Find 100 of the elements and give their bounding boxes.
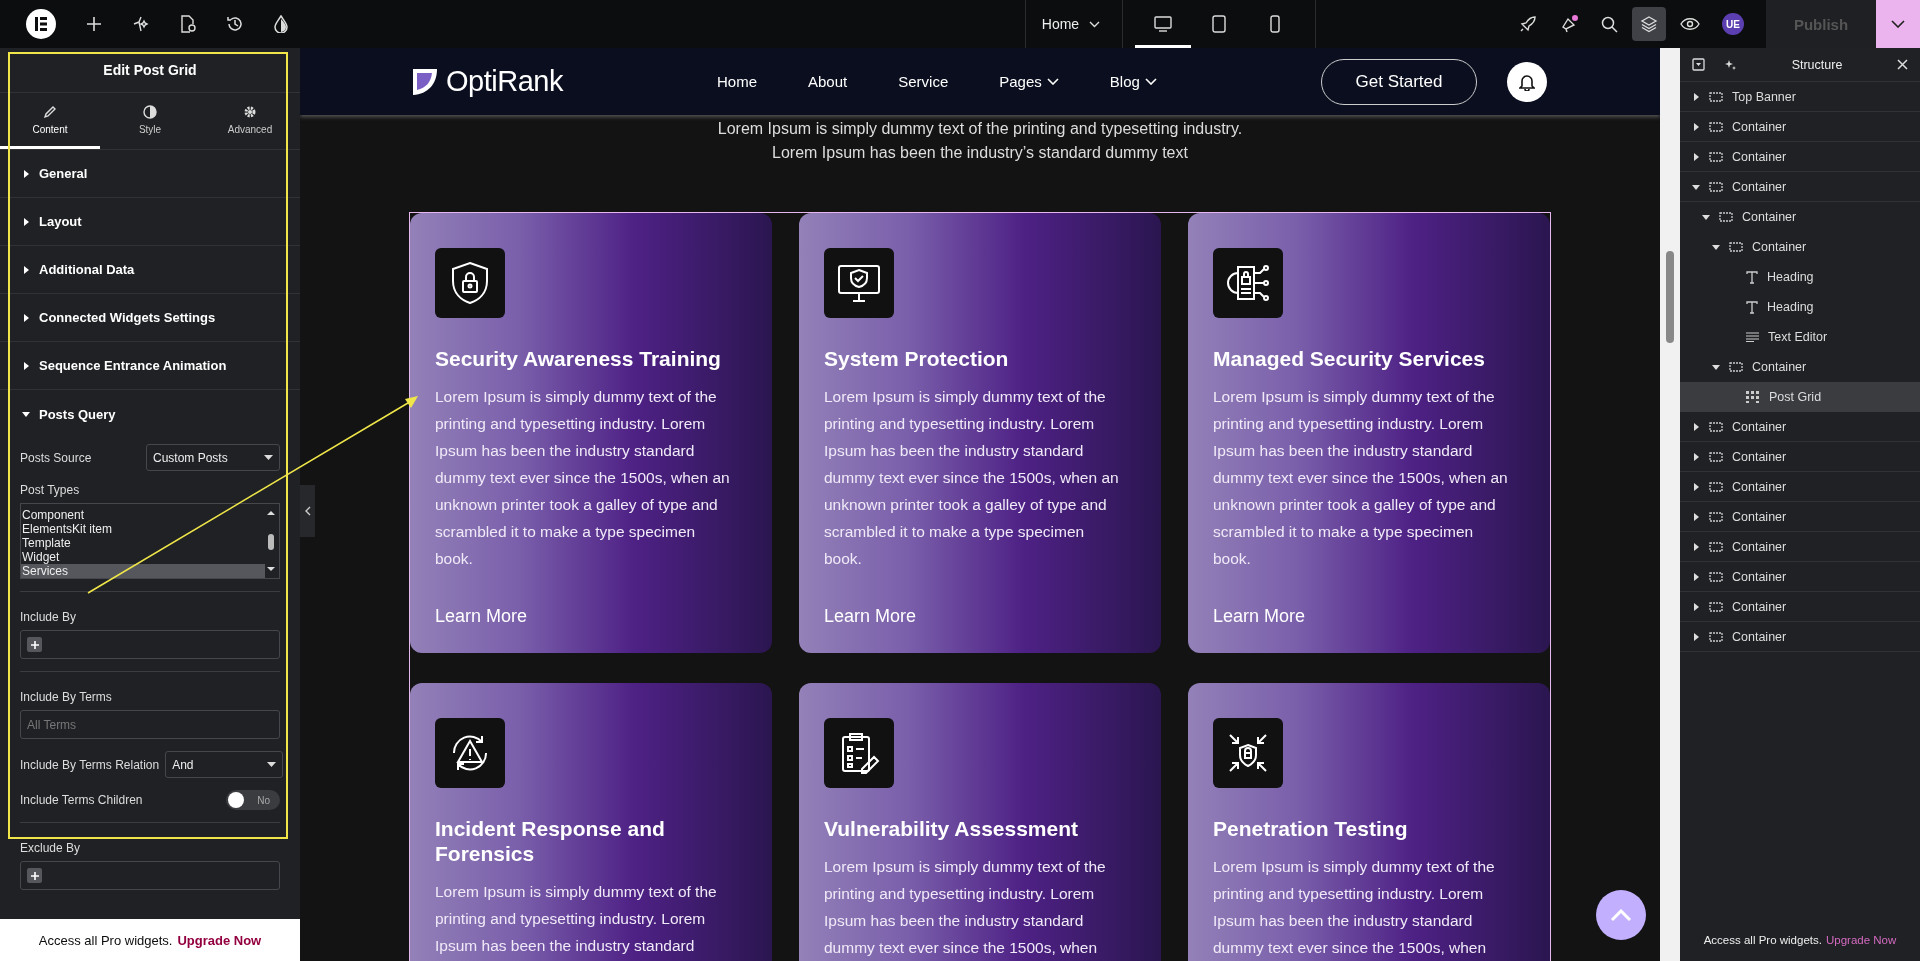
structure-item[interactable]: Heading [1680,292,1920,322]
warning-refresh-icon [435,718,505,788]
section-header[interactable]: Posts Query [0,390,300,438]
sparkle-icon[interactable] [132,15,150,33]
close-icon[interactable] [1897,59,1908,70]
structure-item[interactable]: Container [1680,592,1920,622]
learn-more-link[interactable]: Learn More [824,586,1136,627]
text-lines-icon [1746,332,1759,342]
structure-item[interactable]: Container [1680,442,1920,472]
structure-item[interactable]: Container [1680,532,1920,562]
add-item-button[interactable] [27,637,42,652]
nav-link[interactable]: About [808,73,848,90]
container-icon [1709,151,1723,162]
add-item-button[interactable] [27,868,42,883]
caret-icon[interactable] [1692,122,1700,131]
structure-item[interactable]: Container [1680,172,1920,202]
clipboard-checklist-icon [824,718,894,788]
structure-item[interactable]: Container [1680,202,1920,232]
terms-input-field[interactable]: All Terms [20,710,280,739]
desktop-icon [1154,16,1173,32]
caret-icon[interactable] [1692,602,1700,611]
preview-eye-icon[interactable] [1680,17,1700,31]
card-title: Incident Response and Forensics [435,816,666,866]
container-icon [1709,121,1723,132]
panel-tab[interactable]: Style [100,93,200,149]
panel-tab[interactable]: Content [0,93,100,149]
caret-icon[interactable] [1692,482,1700,491]
caret-icon [264,455,273,460]
select-field[interactable]: Custom Posts [146,444,280,471]
structure-item[interactable]: Container [1680,352,1920,382]
learn-more-link[interactable]: Learn More [435,586,747,627]
list-option[interactable]: Template [21,536,265,550]
nav-link[interactable]: Home [717,73,757,90]
structure-item[interactable]: Post Grid [1680,382,1920,412]
notifications-icon[interactable] [1559,14,1579,34]
promo-text: Access all Pro widgets. [38,932,173,948]
caret-icon[interactable] [1692,512,1700,521]
bell-button[interactable] [1507,61,1547,102]
structure-item[interactable]: Top Banner [1680,82,1920,112]
item-label: Container [1732,449,1787,464]
search-icon[interactable] [1601,15,1618,33]
scroll-to-top-button[interactable] [1596,890,1646,940]
container-icon [1709,181,1723,192]
caret-icon[interactable] [1692,92,1700,101]
grid-icon [1746,391,1760,403]
add-icon[interactable] [86,16,102,32]
caret-icon[interactable] [1712,243,1720,251]
structure-item[interactable]: Container [1680,232,1920,262]
gear-icon [243,104,257,119]
structure-item[interactable]: Container [1680,142,1920,172]
container-icon [1709,91,1723,102]
structure-item[interactable]: Container [1680,112,1920,142]
history-icon[interactable] [226,15,244,33]
caret-icon[interactable] [1712,363,1720,371]
caret-icon[interactable] [1692,632,1700,641]
user-avatar[interactable]: UE [1722,13,1744,35]
collapse-icon[interactable] [1692,58,1705,71]
site-logo-text[interactable]: OptiRank [446,65,563,98]
layers-icon[interactable] [1632,7,1666,41]
elementor-logo-icon[interactable] [26,9,56,39]
learn-more-link[interactable]: Learn More [1213,586,1525,627]
caret-icon[interactable] [1692,572,1700,581]
caret-icon[interactable] [1692,452,1700,461]
caret-icon[interactable] [1692,542,1700,551]
rocket-icon[interactable] [1519,15,1537,33]
structure-item[interactable]: Container [1680,412,1920,442]
nav-link[interactable]: Service [898,73,949,90]
structure-item[interactable]: Container [1680,622,1920,652]
nav-link[interactable]: Pages [999,73,1059,90]
intro-text: Lorem Ipsum is simply dummy text of the printing and typesetting industry. [717,119,1243,139]
structure-item[interactable]: Container [1680,562,1920,592]
list-option[interactable]: Widget [21,550,265,564]
chevron-down-icon [1891,20,1905,28]
item-label: Container [1732,539,1787,554]
caret-icon[interactable] [1692,422,1700,431]
select-field[interactable]: And [165,751,284,778]
mobile-icon [1270,15,1281,33]
upgrade-link[interactable]: Upgrade Now [177,932,262,948]
list-option[interactable]: ElementsKit item [21,522,265,536]
list-option[interactable]: Services [21,564,265,578]
container-icon [1709,481,1723,492]
collapse-panel-handle[interactable] [300,485,315,537]
toggle-switch[interactable]: No [226,790,280,810]
caret-icon[interactable] [1692,152,1700,161]
structure-item[interactable]: Text Editor [1680,322,1920,352]
panel-tab[interactable]: Advanced [200,93,300,149]
upgrade-link[interactable]: Upgrade Now [1825,934,1897,946]
structure-item[interactable]: Container [1680,502,1920,532]
canvas-scrollbar[interactable] [1660,48,1680,961]
caret-icon[interactable] [1692,182,1700,191]
chevron-down-icon [1046,78,1059,85]
nav-link[interactable]: Blog [1109,73,1157,90]
caret-icon[interactable] [1702,213,1710,221]
droplet-icon[interactable] [274,15,288,33]
structure-item[interactable]: Heading [1680,262,1920,292]
item-label: Heading [1767,300,1814,314]
list-option[interactable]: Component [21,508,265,522]
structure-item[interactable]: Container [1680,472,1920,502]
post-types-listbox[interactable]: Component ElementsKit item Template Widget Services [20,503,280,579]
page-settings-icon[interactable] [180,15,196,33]
